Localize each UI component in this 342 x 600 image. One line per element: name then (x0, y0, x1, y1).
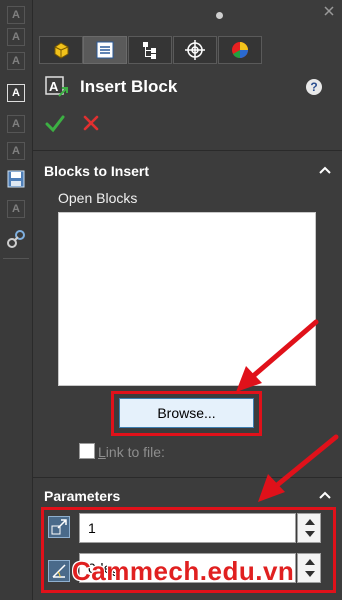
spin-down-icon[interactable] (305, 531, 315, 537)
help-icon[interactable]: ? (306, 79, 322, 95)
property-manager-icon (96, 41, 114, 59)
link-to-file-label: Link to file: (98, 444, 165, 460)
insert-block-icon: A (45, 76, 68, 97)
section-divider (33, 150, 342, 151)
parameters-section-title: Parameters (44, 488, 121, 504)
blocks-section-header[interactable]: Blocks to Insert (33, 157, 342, 187)
panel-close-icon[interactable] (322, 4, 336, 18)
save-block-icon[interactable] (5, 168, 27, 190)
angle-icon (48, 560, 70, 582)
chevron-up-icon[interactable] (318, 165, 332, 175)
spin-up-icon[interactable] (305, 519, 315, 525)
spin-up-icon[interactable] (305, 559, 315, 565)
make-block-icon[interactable]: A (5, 113, 27, 135)
svg-text:A: A (49, 79, 59, 94)
scale-input[interactable] (79, 513, 296, 543)
property-title-row: A Insert Block ? (33, 70, 342, 106)
link-label-accel: L (98, 444, 106, 460)
page-title: Insert Block (80, 77, 178, 96)
panel-grip-icon[interactable] (216, 12, 223, 19)
tab-dimxpert-manager[interactable] (173, 36, 217, 64)
chevron-up-icon[interactable] (318, 490, 332, 500)
tab-property-manager[interactable] (83, 36, 127, 64)
link-to-file-checkbox[interactable] (79, 443, 95, 459)
section-divider (33, 477, 342, 478)
spin-down-icon[interactable] (305, 571, 315, 577)
block-settings-icon[interactable] (5, 228, 27, 250)
feature-manager-icon (54, 42, 69, 59)
check-icon[interactable] (44, 113, 66, 135)
tab-feature-manager[interactable] (39, 36, 83, 64)
insert-block-tool-icon[interactable]: A (5, 82, 27, 104)
open-blocks-list[interactable] (58, 212, 316, 386)
tab-display-manager[interactable] (218, 36, 262, 64)
angle-spinner[interactable] (297, 553, 321, 583)
watermark: Cammech.edu.vn (72, 556, 295, 586)
explode-block-icon[interactable]: A (5, 140, 27, 162)
scale-icon (48, 516, 70, 538)
x-icon[interactable] (82, 114, 100, 132)
link-label-rest: ink to file: (105, 444, 165, 460)
manager-tab-bar (33, 34, 342, 66)
left-toolbar: A A A A A A A (0, 0, 33, 600)
panel-top-strip (33, 0, 342, 34)
open-blocks-label: Open Blocks (58, 190, 138, 206)
blocks-section-title: Blocks to Insert (44, 163, 150, 179)
auto-balloon-icon[interactable]: A (5, 50, 27, 72)
browse-button[interactable]: Browse... (119, 398, 254, 428)
note-icon[interactable]: A (5, 4, 27, 26)
configuration-manager-icon (143, 42, 156, 59)
scale-spinner[interactable] (297, 513, 321, 543)
display-manager-icon (232, 42, 248, 59)
tab-configuration-manager[interactable] (128, 36, 172, 64)
dimxpert-icon (185, 40, 205, 60)
balloon-icon[interactable]: A (5, 26, 27, 48)
rebuild-block-icon[interactable]: A (5, 198, 27, 220)
